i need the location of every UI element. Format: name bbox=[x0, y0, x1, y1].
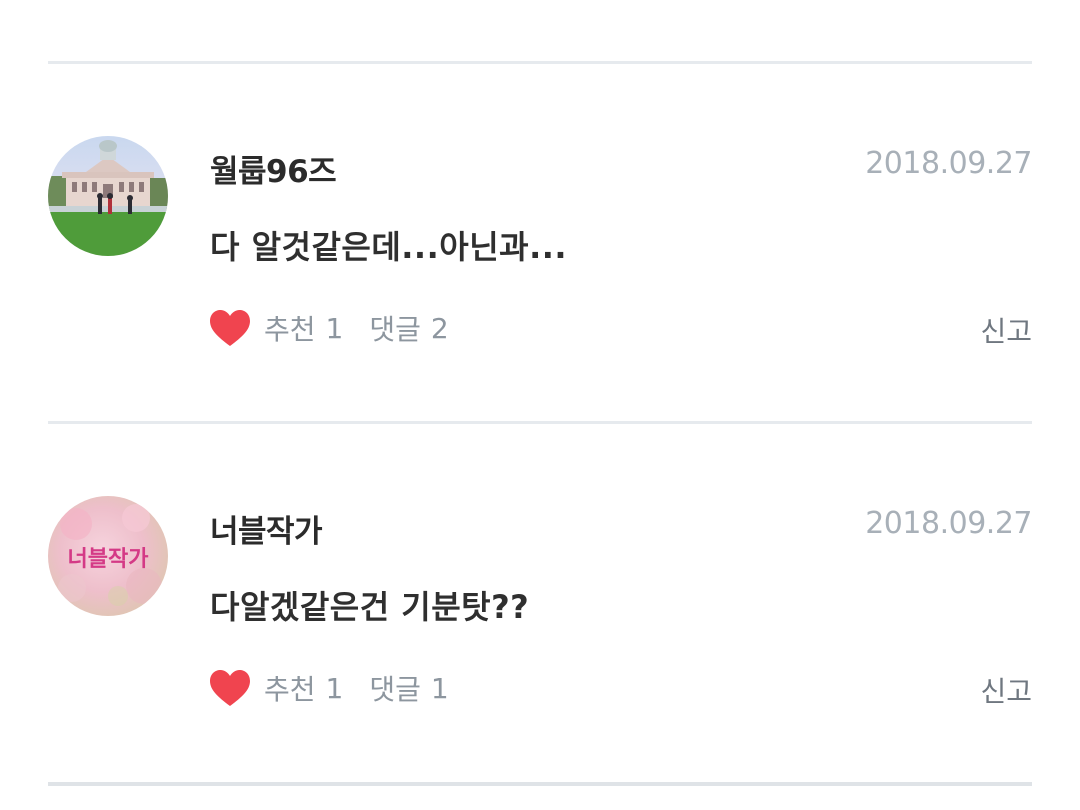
avatar-logo-text: 너블작가 bbox=[68, 547, 149, 572]
divider bbox=[48, 61, 1032, 64]
heart-icon[interactable] bbox=[208, 668, 252, 708]
divider bbox=[48, 421, 1032, 424]
username[interactable]: 너블작가 bbox=[210, 506, 323, 551]
like-label[interactable]: 추천 bbox=[264, 668, 316, 708]
avatar[interactable]: 너블작가 bbox=[48, 496, 168, 616]
avatar[interactable] bbox=[48, 136, 168, 256]
username[interactable]: 월룹96즈 bbox=[210, 146, 337, 191]
avatar-pink-logo-icon: 너블작가 bbox=[48, 496, 168, 616]
divider bbox=[48, 782, 1032, 786]
comment-date: 2018.09.27 bbox=[865, 146, 1032, 181]
reply-label[interactable]: 댓글 bbox=[369, 668, 421, 708]
comment-actions: 추천 1 댓글 1 bbox=[208, 666, 449, 710]
heart-icon[interactable] bbox=[208, 308, 252, 348]
like-count: 1 bbox=[325, 311, 344, 345]
reply-label[interactable]: 댓글 bbox=[369, 308, 421, 348]
like-count: 1 bbox=[325, 671, 344, 705]
comment-item: 월룹96즈 2018.09.27 다 알것같은데...아닌과... 추천 1 댓… bbox=[0, 120, 1080, 420]
comment-item: 너블작가 너블작가 2018.09.27 다알겠같은건 기분탓?? 추천 1 댓… bbox=[0, 480, 1080, 780]
report-button[interactable]: 신고 bbox=[980, 310, 1032, 350]
avatar-photo-building-icon bbox=[48, 136, 168, 256]
comment-list: 월룹96즈 2018.09.27 다 알것같은데...아닌과... 추천 1 댓… bbox=[0, 0, 1080, 810]
comment-text: 다알겠같은건 기분탓?? bbox=[210, 588, 530, 626]
comment-date: 2018.09.27 bbox=[865, 506, 1032, 541]
like-label[interactable]: 추천 bbox=[264, 308, 316, 348]
report-button[interactable]: 신고 bbox=[980, 670, 1032, 710]
reply-count: 2 bbox=[430, 311, 449, 345]
reply-count: 1 bbox=[430, 671, 449, 705]
comment-text: 다 알것같은데...아닌과... bbox=[210, 228, 568, 266]
comment-actions: 추천 1 댓글 2 bbox=[208, 306, 449, 350]
